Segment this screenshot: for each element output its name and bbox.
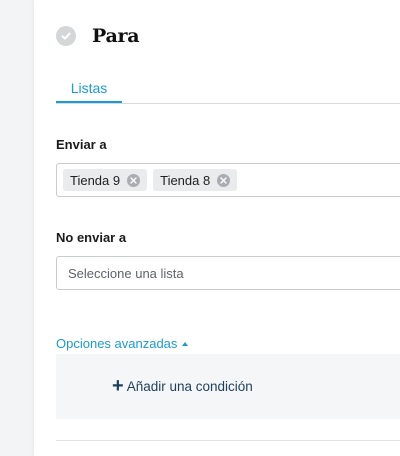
recipients-panel: Para Listas Enviar a Tienda 9 Tienda 8 N… xyxy=(34,0,400,456)
advanced-options-toggle[interactable]: Opciones avanzadas xyxy=(56,336,189,351)
list-select-input[interactable] xyxy=(57,257,400,289)
advanced-options-label: Opciones avanzadas xyxy=(56,336,178,351)
chip-label: Tienda 9 xyxy=(70,172,121,188)
section-header: Para xyxy=(56,25,140,47)
selected-lists: Tienda 9 Tienda 8 xyxy=(57,164,400,196)
remove-chip-icon[interactable] xyxy=(217,173,231,187)
add-condition-label: Añadir una condición xyxy=(126,378,253,394)
caret-up-icon xyxy=(182,341,189,346)
page-title: Para xyxy=(92,25,140,47)
add-condition-button[interactable]: + Añadir una condición xyxy=(112,375,253,397)
tab-bar: Listas xyxy=(56,79,400,104)
dont-send-to-label: No enviar a xyxy=(56,230,127,245)
list-chip: Tienda 9 xyxy=(63,169,148,191)
divider xyxy=(56,440,400,441)
tab-listas[interactable]: Listas xyxy=(56,79,122,103)
conditions-area: + Añadir una condición xyxy=(56,354,400,419)
remove-chip-icon[interactable] xyxy=(127,173,141,187)
send-to-label: Enviar a xyxy=(56,137,107,152)
chip-label: Tienda 8 xyxy=(160,172,211,188)
check-circle-icon xyxy=(56,26,76,46)
dont-send-to-field xyxy=(56,256,400,290)
send-to-field[interactable]: Tienda 9 Tienda 8 xyxy=(56,163,400,197)
list-chip: Tienda 8 xyxy=(153,169,238,191)
plus-icon: + xyxy=(112,375,124,397)
